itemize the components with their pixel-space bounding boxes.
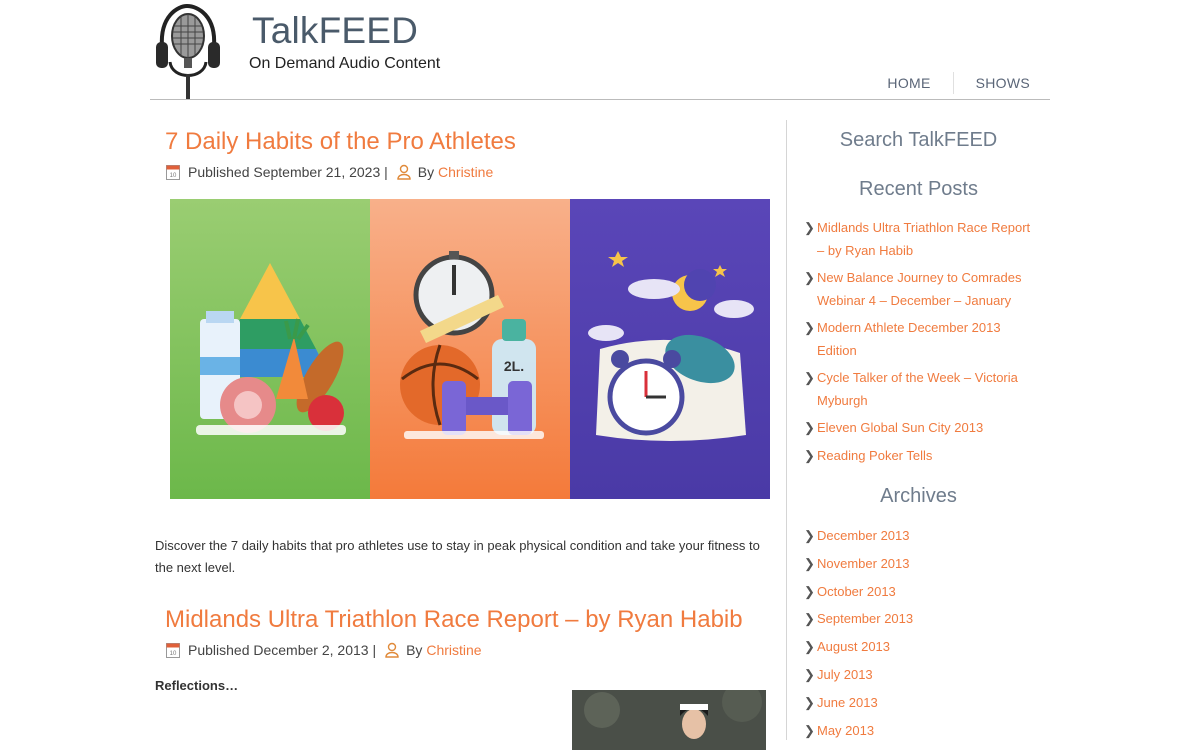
archives-list: ❯ December 2013 ❯ November 2013 ❯ October 2… xyxy=(804,527,1040,749)
chevron-right-icon: ❯ xyxy=(804,639,815,655)
recent-post-link[interactable]: ❯ Midlands Ultra Triathlon Race Report – … xyxy=(804,217,1040,262)
site-title[interactable]: TalkFEED xyxy=(252,10,418,52)
nav-home[interactable]: HOME xyxy=(887,75,930,91)
archive-link[interactable]: ❯ May 2013 xyxy=(804,722,1040,740)
archive-label[interactable]: July 2013 xyxy=(817,667,873,682)
recent-post-link[interactable]: ❯ New Balance Journey to Comrades Webinar… xyxy=(804,267,1040,312)
search-widget-title: Search TalkFEED xyxy=(839,129,998,151)
archive-label[interactable]: September 2013 xyxy=(817,611,913,626)
post-title-link[interactable]: 7 Daily Habits of the Pro Athletes xyxy=(165,128,516,156)
nav-divider xyxy=(952,72,954,94)
chevron-right-icon: ❯ xyxy=(804,220,815,235)
post-date: Published September 21, 2023 xyxy=(188,164,381,180)
post-meta: 10 Published December 2, 2013 | By Chris… xyxy=(166,642,482,658)
recent-post-label[interactable]: Midlands Ultra Triathlon Race Report – b… xyxy=(817,220,1030,258)
archive-link[interactable]: ❯ November 2013 xyxy=(804,555,1040,573)
chevron-right-icon: ❯ xyxy=(804,420,815,435)
chevron-right-icon: ❯ xyxy=(804,447,815,463)
recent-post-link[interactable]: ❯ Modern Athlete December 2013 Edition xyxy=(804,317,1040,362)
recent-post-link[interactable]: ❯ Eleven Global Sun City 2013 xyxy=(804,417,1040,440)
page: TalkFEED On Demand Audio Content HOME SH… xyxy=(150,0,1050,750)
post-photo[interactable] xyxy=(572,690,766,750)
chevron-right-icon: ❯ xyxy=(804,270,815,285)
archive-label[interactable]: December 2013 xyxy=(817,528,910,543)
user-icon xyxy=(397,164,411,180)
main-nav: HOME SHOWS xyxy=(887,72,1030,94)
chevron-right-icon: ❯ xyxy=(804,320,815,335)
bottle-label: 2L. xyxy=(504,358,524,374)
recent-post-link[interactable]: ❯ Cycle Talker of the Week – Victoria Myb… xyxy=(804,367,1040,412)
post-title-link[interactable]: Midlands Ultra Triathlon Race Report – b… xyxy=(165,606,743,634)
recent-post-label[interactable]: Cycle Talker of the Week – Victoria Mybu… xyxy=(817,370,1018,408)
sidebar-divider xyxy=(786,120,787,740)
microphone-headphones-logo[interactable] xyxy=(154,2,220,100)
recent-posts-list: ❯ Midlands Ultra Triathlon Race Report – … xyxy=(804,217,1040,472)
post-meta: 10 Published September 21, 2023 | By Chr… xyxy=(166,164,493,180)
svg-text:10: 10 xyxy=(170,651,177,657)
site-tagline: On Demand Audio Content xyxy=(249,55,441,72)
archive-label[interactable]: August 2013 xyxy=(817,639,890,654)
chevron-right-icon: ❯ xyxy=(804,722,815,738)
meta-separator: | xyxy=(368,642,377,658)
archive-link[interactable]: ❯ August 2013 xyxy=(804,638,1040,656)
chevron-right-icon: ❯ xyxy=(804,666,815,682)
calendar-icon: 10 xyxy=(166,643,180,658)
archive-label[interactable]: October 2013 xyxy=(817,584,896,599)
author-link[interactable]: Christine xyxy=(426,642,481,658)
archive-link[interactable]: ❯ June 2013 xyxy=(804,694,1040,712)
recent-post-label[interactable]: Eleven Global Sun City 2013 xyxy=(817,420,983,435)
archives-title: Archives xyxy=(880,485,957,507)
archive-label[interactable]: November 2013 xyxy=(817,556,910,571)
chevron-right-icon: ❯ xyxy=(804,528,815,543)
recent-post-label[interactable]: Reading Poker Tells xyxy=(817,448,932,463)
chevron-right-icon: ❯ xyxy=(804,694,815,710)
recent-post-label[interactable]: New Balance Journey to Comrades Webinar … xyxy=(817,270,1022,308)
athlete-photo xyxy=(572,690,766,750)
archive-link[interactable]: ❯ July 2013 xyxy=(804,666,1040,684)
archive-link[interactable]: ❯ December 2013 xyxy=(804,527,1040,545)
header-divider xyxy=(150,99,1050,100)
archive-link[interactable]: ❯ September 2013 xyxy=(804,610,1040,628)
recent-posts-title: Recent Posts xyxy=(859,178,978,200)
archive-link[interactable]: ❯ October 2013 xyxy=(804,583,1040,601)
post-subheading: Reflections… xyxy=(155,678,239,693)
by-label: By xyxy=(417,164,435,180)
post-excerpt: Discover the 7 daily habits that pro ath… xyxy=(155,538,760,575)
meta-separator: | xyxy=(380,164,388,180)
user-icon xyxy=(385,642,399,658)
archive-label[interactable]: June 2013 xyxy=(817,695,878,710)
post-date: Published December 2, 2013 xyxy=(188,642,369,658)
featured-image[interactable]: 2L. xyxy=(170,199,770,499)
recent-post-label[interactable]: Modern Athlete December 2013 Edition xyxy=(817,320,1001,358)
svg-text:10: 10 xyxy=(170,173,177,179)
author-link[interactable]: Christine xyxy=(438,164,493,180)
nav-shows[interactable]: SHOWS xyxy=(976,75,1030,91)
chevron-right-icon: ❯ xyxy=(804,555,815,571)
chevron-right-icon: ❯ xyxy=(804,370,815,385)
chevron-right-icon: ❯ xyxy=(804,583,815,599)
chevron-right-icon: ❯ xyxy=(804,611,815,627)
by-label: By xyxy=(406,642,423,658)
calendar-icon: 10 xyxy=(166,165,180,180)
archive-label[interactable]: May 2013 xyxy=(817,723,874,738)
recent-post-link[interactable]: ❯ Reading Poker Tells xyxy=(804,445,1040,468)
